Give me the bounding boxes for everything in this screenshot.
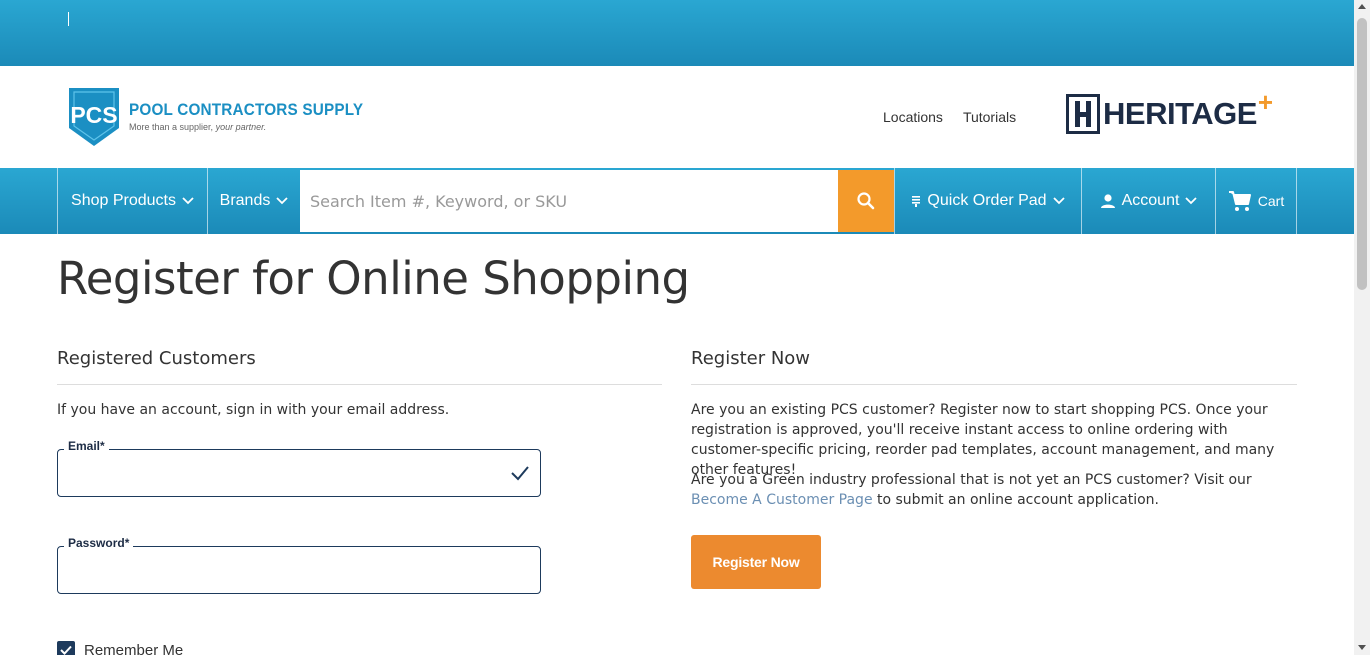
search-icon <box>857 192 875 210</box>
locations-link[interactable]: Locations <box>883 109 943 125</box>
shop-products-label: Shop Products <box>71 192 176 209</box>
chevron-down-icon <box>1185 197 1198 205</box>
site-header: PCS POOL CONTRACTORS SUPPLY More than a … <box>0 66 1354 168</box>
text-cursor <box>68 12 69 26</box>
tutorials-link[interactable]: Tutorials <box>963 109 1016 125</box>
brands-label: Brands <box>219 192 271 209</box>
user-icon <box>1100 194 1115 208</box>
heritage-h-icon <box>1066 94 1100 134</box>
svg-text:PCS: PCS <box>70 102 117 128</box>
become-customer-link[interactable]: Become A Customer Page <box>691 492 873 508</box>
cart-button[interactable]: Cart <box>1215 168 1297 234</box>
remember-me[interactable]: Remember Me <box>57 641 183 655</box>
quick-order-pad-label: Quick Order Pad <box>927 192 1047 209</box>
login-intro: If you have an account, sign in with you… <box>57 402 450 418</box>
brands-menu[interactable]: Brands <box>207 168 300 234</box>
checkmark-icon <box>511 466 529 481</box>
heritage-wordmark: HERITAGE <box>1103 96 1257 131</box>
registered-customers-heading: Registered Customers <box>57 348 256 369</box>
email-input[interactable] <box>58 450 540 496</box>
scroll-down-icon[interactable] <box>1358 645 1366 650</box>
password-input[interactable] <box>58 547 540 593</box>
chevron-down-icon <box>276 197 288 205</box>
quick-order-pad-menu[interactable]: Quick Order Pad <box>894 168 1081 234</box>
remember-me-label: Remember Me <box>84 641 184 655</box>
register-now-heading: Register Now <box>691 348 811 369</box>
pcs-shield-icon: PCS <box>69 88 119 146</box>
email-label: Email* <box>64 439 109 453</box>
shop-products-menu[interactable]: Shop Products <box>57 168 207 234</box>
divider <box>57 384 662 385</box>
search-button[interactable] <box>838 170 894 232</box>
check-icon <box>60 645 72 655</box>
heritage-logo[interactable]: HERITAGE + <box>1066 87 1273 134</box>
cart-label: Cart <box>1257 193 1285 209</box>
scrollbar[interactable] <box>1354 0 1370 655</box>
search-input[interactable] <box>300 170 838 232</box>
page-title: Register for Online Shopping <box>57 252 690 305</box>
order-pad-icon <box>912 196 921 207</box>
cart-icon <box>1228 191 1251 211</box>
account-menu[interactable]: Account <box>1081 168 1215 234</box>
password-field[interactable]: Password* <box>57 536 541 594</box>
register-now-button[interactable]: Register Now <box>691 535 821 589</box>
top-bar <box>0 0 1354 66</box>
logo-tagline: More than a supplier, your partner. <box>129 122 267 132</box>
divider <box>691 384 1297 385</box>
chevron-down-icon <box>182 197 194 205</box>
password-label: Password* <box>64 536 134 550</box>
pcs-logo[interactable]: PCS POOL CONTRACTORS SUPPLY More than a … <box>66 84 389 148</box>
main-nav: Shop Products Brands Quick Order Pad Acc… <box>0 168 1354 234</box>
register-paragraph-1: Are you an existing PCS customer? Regist… <box>691 402 1275 478</box>
register-paragraph-2: Are you a Green industry professional th… <box>691 472 1252 508</box>
scroll-up-icon[interactable] <box>1358 4 1366 9</box>
scroll-thumb[interactable] <box>1357 18 1367 290</box>
heritage-plus: + <box>1257 86 1274 117</box>
remember-me-checkbox[interactable] <box>57 641 75 655</box>
header-links: Locations Tutorials <box>883 109 1016 125</box>
account-label: Account <box>1121 192 1180 209</box>
chevron-down-icon <box>1052 197 1065 205</box>
logo-name: POOL CONTRACTORS SUPPLY <box>129 100 364 119</box>
email-field[interactable]: Email* <box>57 439 541 497</box>
